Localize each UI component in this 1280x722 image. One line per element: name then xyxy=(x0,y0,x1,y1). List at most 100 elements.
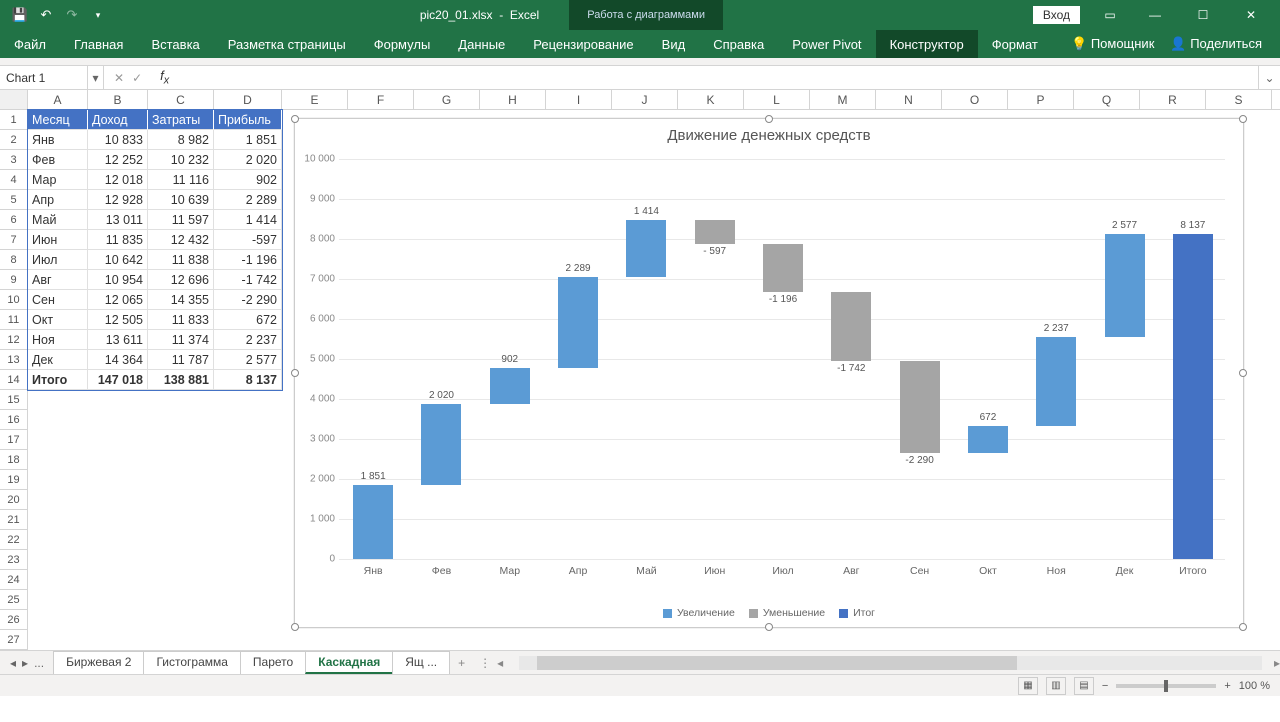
row-header-27[interactable]: 27 xyxy=(0,630,28,650)
row-header-7[interactable]: 7 xyxy=(0,230,28,250)
data-cell[interactable]: 12 505 xyxy=(88,310,148,330)
data-cell[interactable]: -2 290 xyxy=(214,290,282,310)
ribbon-tab-Справка[interactable]: Справка xyxy=(699,30,778,58)
data-cell[interactable]: Окт xyxy=(28,310,88,330)
row-header-6[interactable]: 6 xyxy=(0,210,28,230)
col-header-B[interactable]: B xyxy=(88,90,148,109)
row-header-2[interactable]: 2 xyxy=(0,130,28,150)
row-header-20[interactable]: 20 xyxy=(0,490,28,510)
ribbon-tab-Разметка страницы[interactable]: Разметка страницы xyxy=(214,30,360,58)
data-cell[interactable]: Апр xyxy=(28,190,88,210)
chart-handle-ne[interactable] xyxy=(1239,115,1247,123)
ribbon-tab-Формат[interactable]: Формат xyxy=(978,30,1052,58)
name-box[interactable]: Chart 1 xyxy=(0,66,88,89)
col-header-Q[interactable]: Q xyxy=(1074,90,1140,109)
row-header-9[interactable]: 9 xyxy=(0,270,28,290)
enter-icon[interactable]: ✓ xyxy=(132,71,142,85)
name-box-dropdown-icon[interactable]: ▾ xyxy=(88,66,104,89)
data-cell[interactable]: -1 742 xyxy=(214,270,282,290)
ribbon-tab-Главная[interactable]: Главная xyxy=(60,30,137,58)
ribbon-tab-Конструктор[interactable]: Конструктор xyxy=(876,30,978,58)
data-cell[interactable]: 12 252 xyxy=(88,150,148,170)
zoom-out-icon[interactable]: − xyxy=(1102,680,1108,692)
view-normal-icon[interactable]: ▦ xyxy=(1018,677,1038,695)
row-header-17[interactable]: 17 xyxy=(0,430,28,450)
qat-dropdown-icon[interactable]: ▾ xyxy=(86,3,110,27)
col-header-G[interactable]: G xyxy=(414,90,480,109)
worksheet-area[interactable]: ABCDEFGHIJKLMNOPQRS 12345678910111213141… xyxy=(0,90,1280,650)
col-header-H[interactable]: H xyxy=(480,90,546,109)
data-cell[interactable]: Мар xyxy=(28,170,88,190)
data-cell[interactable]: Итого xyxy=(28,370,88,390)
data-cell[interactable]: 12 928 xyxy=(88,190,148,210)
ribbon-display-icon[interactable]: ▭ xyxy=(1090,0,1130,30)
data-cell[interactable]: Июл xyxy=(28,250,88,270)
chart-handle-sw[interactable] xyxy=(291,623,299,631)
hscroll-left-icon[interactable]: ◂ xyxy=(497,656,507,670)
header-cell[interactable]: Доход xyxy=(88,110,148,130)
data-cell[interactable]: -1 196 xyxy=(214,250,282,270)
close-icon[interactable]: ✕ xyxy=(1228,0,1274,30)
row-header-22[interactable]: 22 xyxy=(0,530,28,550)
row-header-10[interactable]: 10 xyxy=(0,290,28,310)
chart-bar[interactable] xyxy=(763,244,803,292)
sheet-nav-more[interactable]: ... xyxy=(34,656,44,670)
chart-bar[interactable] xyxy=(353,485,393,559)
save-icon[interactable]: 💾 xyxy=(8,3,32,27)
row-header-21[interactable]: 21 xyxy=(0,510,28,530)
data-cell[interactable]: 11 116 xyxy=(148,170,214,190)
data-cell[interactable]: 672 xyxy=(214,310,282,330)
data-cell[interactable]: 13 611 xyxy=(88,330,148,350)
row-header-15[interactable]: 15 xyxy=(0,390,28,410)
data-cell[interactable]: 11 597 xyxy=(148,210,214,230)
chart-bar[interactable] xyxy=(1036,337,1076,426)
data-cell[interactable]: 11 835 xyxy=(88,230,148,250)
horizontal-scrollbar[interactable] xyxy=(519,656,1262,670)
row-header-25[interactable]: 25 xyxy=(0,590,28,610)
data-cell[interactable]: Май xyxy=(28,210,88,230)
chart-handle-w[interactable] xyxy=(291,369,299,377)
formula-bar[interactable] xyxy=(177,66,1258,89)
data-cell[interactable]: 10 833 xyxy=(88,130,148,150)
data-cell[interactable]: 2 237 xyxy=(214,330,282,350)
chart-plot-area[interactable]: 01 0002 0003 0004 0005 0006 0007 0008 00… xyxy=(339,159,1225,559)
fx-icon[interactable]: fx xyxy=(152,68,177,87)
data-cell[interactable]: 10 954 xyxy=(88,270,148,290)
share-button[interactable]: 👤 Поделиться xyxy=(1170,36,1262,52)
chart-bar[interactable] xyxy=(1173,234,1213,559)
sheet-tab[interactable]: Парето xyxy=(240,651,306,674)
zoom-level[interactable]: 100 % xyxy=(1239,680,1270,692)
select-all-corner[interactable] xyxy=(0,90,28,110)
zoom-slider[interactable] xyxy=(1116,684,1216,688)
view-page-layout-icon[interactable]: ▥ xyxy=(1046,677,1066,695)
sheet-nav-prev-icon[interactable]: ◂ xyxy=(10,656,16,670)
row-header-5[interactable]: 5 xyxy=(0,190,28,210)
col-header-R[interactable]: R xyxy=(1140,90,1206,109)
chart-bar[interactable] xyxy=(968,426,1008,453)
tell-me[interactable]: 💡 Помощник xyxy=(1071,36,1154,52)
sheet-tab[interactable]: Гистограмма xyxy=(143,651,240,674)
col-header-O[interactable]: O xyxy=(942,90,1008,109)
row-header-23[interactable]: 23 xyxy=(0,550,28,570)
chart-bar[interactable] xyxy=(421,404,461,485)
data-cell[interactable]: 11 833 xyxy=(148,310,214,330)
formula-bar-expand-icon[interactable]: ⌄ xyxy=(1258,66,1280,89)
data-cell[interactable]: 11 374 xyxy=(148,330,214,350)
ribbon-tab-Power Pivot[interactable]: Power Pivot xyxy=(778,30,875,58)
row-header-8[interactable]: 8 xyxy=(0,250,28,270)
data-cell[interactable]: 138 881 xyxy=(148,370,214,390)
chart-object[interactable]: Движение денежных средств 01 0002 0003 0… xyxy=(294,118,1244,628)
data-cell[interactable]: 12 696 xyxy=(148,270,214,290)
chart-bar[interactable] xyxy=(626,220,666,277)
data-cell[interactable]: Июн xyxy=(28,230,88,250)
sheet-tab[interactable]: Каскадная xyxy=(305,651,393,674)
col-header-M[interactable]: M xyxy=(810,90,876,109)
col-header-D[interactable]: D xyxy=(214,90,282,109)
ribbon-tab-Вид[interactable]: Вид xyxy=(648,30,700,58)
data-cell[interactable]: Ноя xyxy=(28,330,88,350)
col-header-F[interactable]: F xyxy=(348,90,414,109)
ribbon-tab-Формулы[interactable]: Формулы xyxy=(360,30,445,58)
data-cell[interactable]: 14 364 xyxy=(88,350,148,370)
row-header-16[interactable]: 16 xyxy=(0,410,28,430)
data-cell[interactable]: 11 787 xyxy=(148,350,214,370)
